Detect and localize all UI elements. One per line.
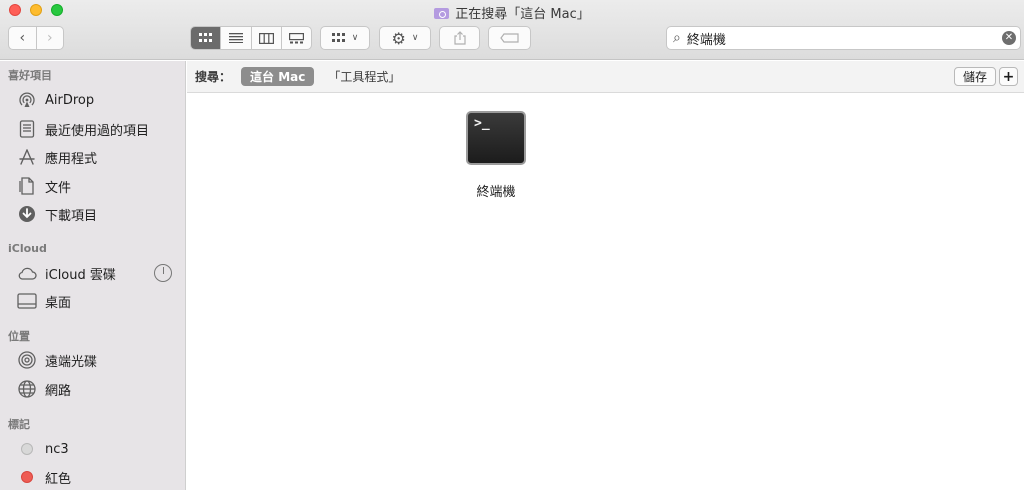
sidebar-item-desktop[interactable]: 桌面 [17, 290, 177, 312]
sidebar-item-label: iCloud 雲碟 [45, 267, 116, 283]
search-scope-bar: 搜尋： 這台 Mac 「工具程式」 儲存 + [187, 61, 1024, 93]
chevron-right-icon: › [46, 30, 53, 46]
sidebar-item-label: 紅色 [45, 471, 72, 487]
column-view-icon [258, 32, 274, 44]
disc-icon [17, 350, 37, 370]
airdrop-icon [17, 90, 37, 110]
sidebar-item-label: 遠端光碟 [45, 354, 98, 370]
recents-icon [17, 119, 37, 139]
view-mode-selector [190, 26, 312, 50]
desktop-icon [17, 291, 37, 311]
sidebar-item-recents[interactable]: 最近使用過的項目 [17, 118, 177, 140]
add-criteria-button[interactable]: + [999, 67, 1018, 86]
cloud-icon [17, 263, 37, 283]
chevron-down-icon: ∨ [411, 33, 419, 43]
terminal-icon: >_ [466, 111, 526, 165]
gallery-view-button[interactable] [280, 27, 311, 49]
icon-view-button[interactable] [191, 27, 221, 49]
sidebar-item-label: 最近使用過的項目 [45, 123, 150, 139]
sidebar-item-label: 桌面 [45, 295, 72, 311]
sidebar-item-label: nc3 [45, 441, 69, 457]
scope-label: 搜尋： [195, 70, 232, 84]
save-search-button[interactable]: 儲存 [954, 67, 996, 86]
sidebar: 喜好項目 AirDrop 最近使用過的項目 應用程式 文件 下載項目 iClou… [0, 61, 186, 490]
sidebar-item-label: 應用程式 [45, 151, 98, 167]
share-icon [453, 31, 466, 45]
tag-icon [499, 33, 519, 43]
result-item-label: 終端機 [476, 185, 516, 200]
terminal-prompt: >_ [474, 116, 490, 131]
sidebar-item-downloads[interactable]: 下載項目 [17, 203, 177, 225]
search-input[interactable] [686, 30, 1002, 46]
forward-button[interactable]: › [35, 27, 64, 49]
scope-utilities-button[interactable]: 「工具程式」 [328, 68, 400, 85]
gear-icon: ⚙ [391, 28, 406, 48]
sidebar-item-tag-nc3[interactable]: nc3 [17, 438, 177, 460]
document-icon [17, 176, 37, 196]
list-view-icon [228, 33, 243, 43]
list-view-button[interactable] [220, 27, 250, 49]
clear-search-icon[interactable]: ✕ [1002, 31, 1016, 45]
search-field[interactable]: ⌕ ✕ [666, 26, 1021, 50]
search-icon: ⌕ [673, 30, 681, 46]
locations-header: 位置 [8, 330, 30, 343]
result-item-terminal[interactable]: >_ 終端機 [460, 108, 532, 200]
sidebar-item-tag-red[interactable]: 紅色 [17, 466, 177, 488]
group-by-button[interactable]: ∨ [320, 26, 370, 50]
window-title-text: 正在搜尋「這台 Mac」 [455, 7, 590, 22]
storage-progress-icon [154, 264, 172, 282]
window-toolbar: 正在搜尋「這台 Mac」 ‹ › ∨ ⚙ ∨ ⌕ ✕ [0, 0, 1024, 60]
sidebar-item-documents[interactable]: 文件 [17, 175, 177, 197]
sidebar-item-remote-disc[interactable]: 遠端光碟 [17, 349, 177, 371]
tags-header: 標記 [8, 418, 30, 431]
chevron-left-icon: ‹ [19, 30, 26, 46]
sidebar-item-icloud-drive[interactable]: iCloud 雲碟 [17, 262, 177, 284]
tag-color-dot [21, 443, 33, 455]
sidebar-item-label: AirDrop [45, 92, 95, 108]
sidebar-item-label: 下載項目 [45, 208, 98, 224]
gallery-view-icon [288, 32, 304, 43]
navigation-buttons: ‹ › [8, 26, 64, 50]
applications-icon [17, 147, 37, 167]
smart-folder-icon [434, 8, 450, 19]
column-view-button[interactable] [250, 27, 281, 49]
network-icon [17, 379, 37, 399]
sidebar-item-network[interactable]: 網路 [17, 378, 177, 400]
icloud-header: iCloud [8, 242, 47, 255]
icon-view-icon [198, 33, 212, 42]
scope-this-mac-button[interactable]: 這台 Mac [241, 67, 315, 86]
favorites-header: 喜好項目 [8, 69, 52, 82]
back-button[interactable]: ‹ [9, 27, 36, 49]
tag-color-dot [21, 471, 33, 483]
chevron-down-icon: ∨ [351, 33, 359, 43]
action-button[interactable]: ⚙ ∨ [379, 26, 431, 50]
sidebar-item-airdrop[interactable]: AirDrop [17, 89, 177, 111]
grid-icon [331, 33, 345, 42]
sidebar-item-applications[interactable]: 應用程式 [17, 146, 177, 168]
sidebar-item-label: 文件 [45, 180, 72, 196]
sidebar-item-label: 網路 [45, 383, 72, 399]
share-button[interactable] [439, 26, 480, 50]
window-title: 正在搜尋「這台 Mac」 [0, 3, 1024, 22]
download-icon [17, 204, 37, 224]
tag-button[interactable] [488, 26, 531, 50]
